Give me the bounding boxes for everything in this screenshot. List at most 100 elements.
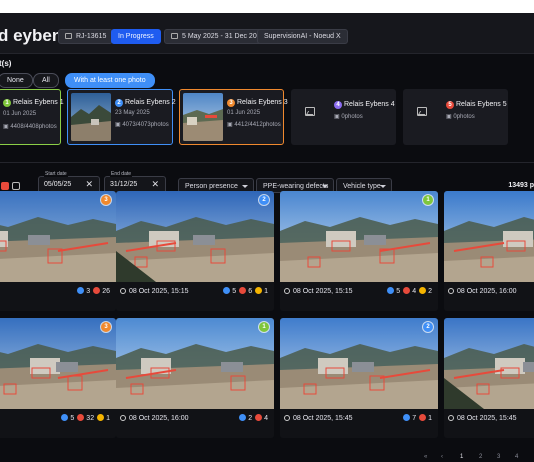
start-date-label: Start date bbox=[44, 171, 68, 177]
detection-count: 4 bbox=[412, 288, 417, 295]
detection-type-icon bbox=[239, 287, 247, 294]
page-4-button[interactable]: 4 bbox=[515, 454, 518, 460]
site-thumbnail bbox=[71, 93, 111, 141]
photo-timestamp: 08 Oct 2025, 15:15 bbox=[120, 288, 189, 295]
photo-card[interactable]: 08 Oct 2025, 15:45 bbox=[444, 318, 534, 438]
project-id-chip: RJ-13615 bbox=[58, 29, 114, 44]
site-photo-count-label: 4408/4408photos bbox=[10, 124, 57, 130]
prev-page-button[interactable]: ‹ bbox=[441, 454, 443, 460]
detection-count: 2 bbox=[248, 415, 253, 422]
clock-icon bbox=[120, 288, 126, 294]
site-name: Relais Eybens 2 bbox=[125, 99, 176, 106]
detection-type-icon bbox=[93, 287, 101, 294]
detection-type-icon bbox=[419, 414, 427, 421]
app-window: d eybens RJ-13615 In Progress 5 May 2025… bbox=[0, 13, 534, 462]
site-number-badge: 3 bbox=[101, 322, 111, 332]
site-photo-count-label: 0photos bbox=[453, 114, 475, 120]
filter-all-label: All bbox=[42, 77, 50, 84]
detection-type-icon bbox=[403, 287, 411, 294]
clear-start-date-icon[interactable]: ✕ bbox=[85, 179, 93, 190]
detection-type-icon bbox=[403, 414, 411, 421]
site-card-4[interactable]: 4 Relais Eybens 4 ▣ 0photos bbox=[291, 89, 396, 145]
detection-stats: 71 bbox=[400, 414, 432, 422]
photo-timestamp-label: 08 Oct 2025, 15:15 bbox=[129, 288, 189, 295]
detection-count: 7 bbox=[412, 415, 417, 422]
detection-stats: 5 4 2 bbox=[384, 287, 432, 295]
person-presence-label: Person presence bbox=[185, 183, 238, 190]
photo-card[interactable]: 1 08 Oct 2025, 15:15 5 4 2 bbox=[280, 191, 438, 311]
person-filter-icon[interactable] bbox=[1, 182, 9, 190]
filter-none-label: None bbox=[7, 77, 24, 84]
site-number-badge: 2 bbox=[115, 99, 123, 107]
site-photo-count-label: 4073/4073photos bbox=[122, 122, 169, 128]
clock-icon bbox=[120, 415, 126, 421]
page-1-button[interactable]: 1 bbox=[460, 454, 463, 460]
page-3-button[interactable]: 3 bbox=[497, 454, 500, 460]
site-number-badge: 2 bbox=[259, 195, 269, 205]
construction-photo bbox=[0, 191, 116, 282]
site-card-1[interactable]: 1 Relais Eybens 1 01 Jun 2025 ▣ 4408/440… bbox=[0, 89, 64, 145]
detection-count: 1 bbox=[106, 415, 110, 422]
detection-type-icon bbox=[255, 287, 263, 294]
detection-stats: 24 bbox=[236, 414, 268, 422]
vehicle-type-label: Vehicle type bbox=[343, 183, 381, 190]
site-photo-count-label: 0photos bbox=[341, 114, 363, 120]
page-2-button[interactable]: 2 bbox=[479, 454, 482, 460]
photo-card-footer: 08 Oct 2025, 16:00 bbox=[444, 282, 534, 311]
window-top-edge bbox=[0, 0, 534, 13]
detection-count: 1 bbox=[264, 288, 268, 295]
project-id-label: RJ-13615 bbox=[76, 33, 107, 40]
detection-type-icon bbox=[223, 287, 231, 294]
photo-timestamp: 08 Oct 2025, 15:45 bbox=[448, 415, 517, 422]
detection-type-icon bbox=[77, 287, 85, 294]
site-date: 01 Jun 2025 bbox=[227, 110, 261, 116]
ppe-defects-label: PPE-wearing defects bbox=[263, 183, 329, 190]
vehicle-filter-icon[interactable] bbox=[12, 182, 20, 190]
image-placeholder-icon bbox=[417, 107, 427, 116]
filter-none-button[interactable]: None bbox=[0, 73, 33, 88]
photo-card[interactable]: 2 08 Oct 2025, 15:45 7 1 bbox=[280, 318, 438, 438]
site-name: Relais Eybens 5 bbox=[456, 101, 507, 108]
clock-icon bbox=[284, 288, 290, 294]
photo-card[interactable]: 1 08 Oct 2025, 16:00 2 4 bbox=[116, 318, 274, 438]
photo-card[interactable]: 3 16:005321 bbox=[0, 318, 116, 438]
construction-photo bbox=[280, 191, 438, 282]
detection-stats: 5 32 1 bbox=[58, 414, 110, 422]
site-photo-count: ▣ 4408/4408photos bbox=[3, 123, 57, 130]
clear-end-date-icon[interactable]: ✕ bbox=[151, 179, 159, 190]
site-number-badge: 1 bbox=[259, 322, 269, 332]
chevron-down-icon bbox=[322, 185, 328, 188]
detection-type-icon bbox=[77, 414, 85, 421]
site-photo-count-label: 4412/4412photos bbox=[234, 122, 281, 128]
photo-timestamp-label: 08 Oct 2025, 15:45 bbox=[293, 415, 353, 422]
node-label: SupervisionAI - Noeud X bbox=[264, 33, 341, 40]
photo-card-footer: 08 Oct 2025, 15:45 7 1 bbox=[280, 409, 438, 438]
photo-card[interactable]: 08 Oct 2025, 16:00 bbox=[444, 191, 534, 311]
photo-card-footer: 16:005321 bbox=[0, 409, 116, 438]
filter-with-photo-button[interactable]: With at least one photo bbox=[65, 73, 155, 88]
site-card-5[interactable]: 5 Relais Eybens 5 ▣ 0photos bbox=[403, 89, 508, 145]
first-page-button[interactable]: « bbox=[424, 454, 427, 460]
site-thumbnail-image bbox=[183, 93, 223, 141]
status-badge: In Progress bbox=[111, 29, 161, 44]
detection-type-icon bbox=[61, 414, 69, 421]
photo-card-footer: 16:15326 bbox=[0, 282, 116, 311]
detection-type-icon bbox=[387, 287, 395, 294]
filter-with-photo-label: With at least one photo bbox=[74, 77, 146, 84]
photo-timestamp-label: 08 Oct 2025, 15:45 bbox=[457, 415, 517, 422]
section-divider bbox=[0, 162, 534, 163]
construction-photo bbox=[444, 191, 534, 282]
construction-photo bbox=[280, 318, 438, 409]
construction-photo bbox=[116, 191, 274, 282]
site-photo-count: ▣ 4073/4073photos bbox=[115, 121, 169, 128]
photo-card[interactable]: 316:15326 bbox=[0, 191, 116, 311]
site-photo-count: ▣ 0photos bbox=[446, 113, 475, 120]
site-date: 01 Jun 2025 bbox=[3, 111, 37, 117]
filter-all-button[interactable]: All bbox=[33, 73, 59, 88]
photo-card[interactable]: 2 08 Oct 2025, 15:15 5 6 1 bbox=[116, 191, 274, 311]
result-count: 13493 p bbox=[508, 182, 534, 189]
photo-card-footer: 08 Oct 2025, 15:15 5 6 1 bbox=[116, 282, 274, 311]
status-label: In Progress bbox=[118, 33, 154, 40]
site-card-2[interactable]: 2 Relais Eybens 2 23 May 2025 ▣ 4073/407… bbox=[67, 89, 176, 145]
site-card-3[interactable]: 3 Relais Eybens 3 01 Jun 2025 ▣ 4412/441… bbox=[179, 89, 288, 145]
